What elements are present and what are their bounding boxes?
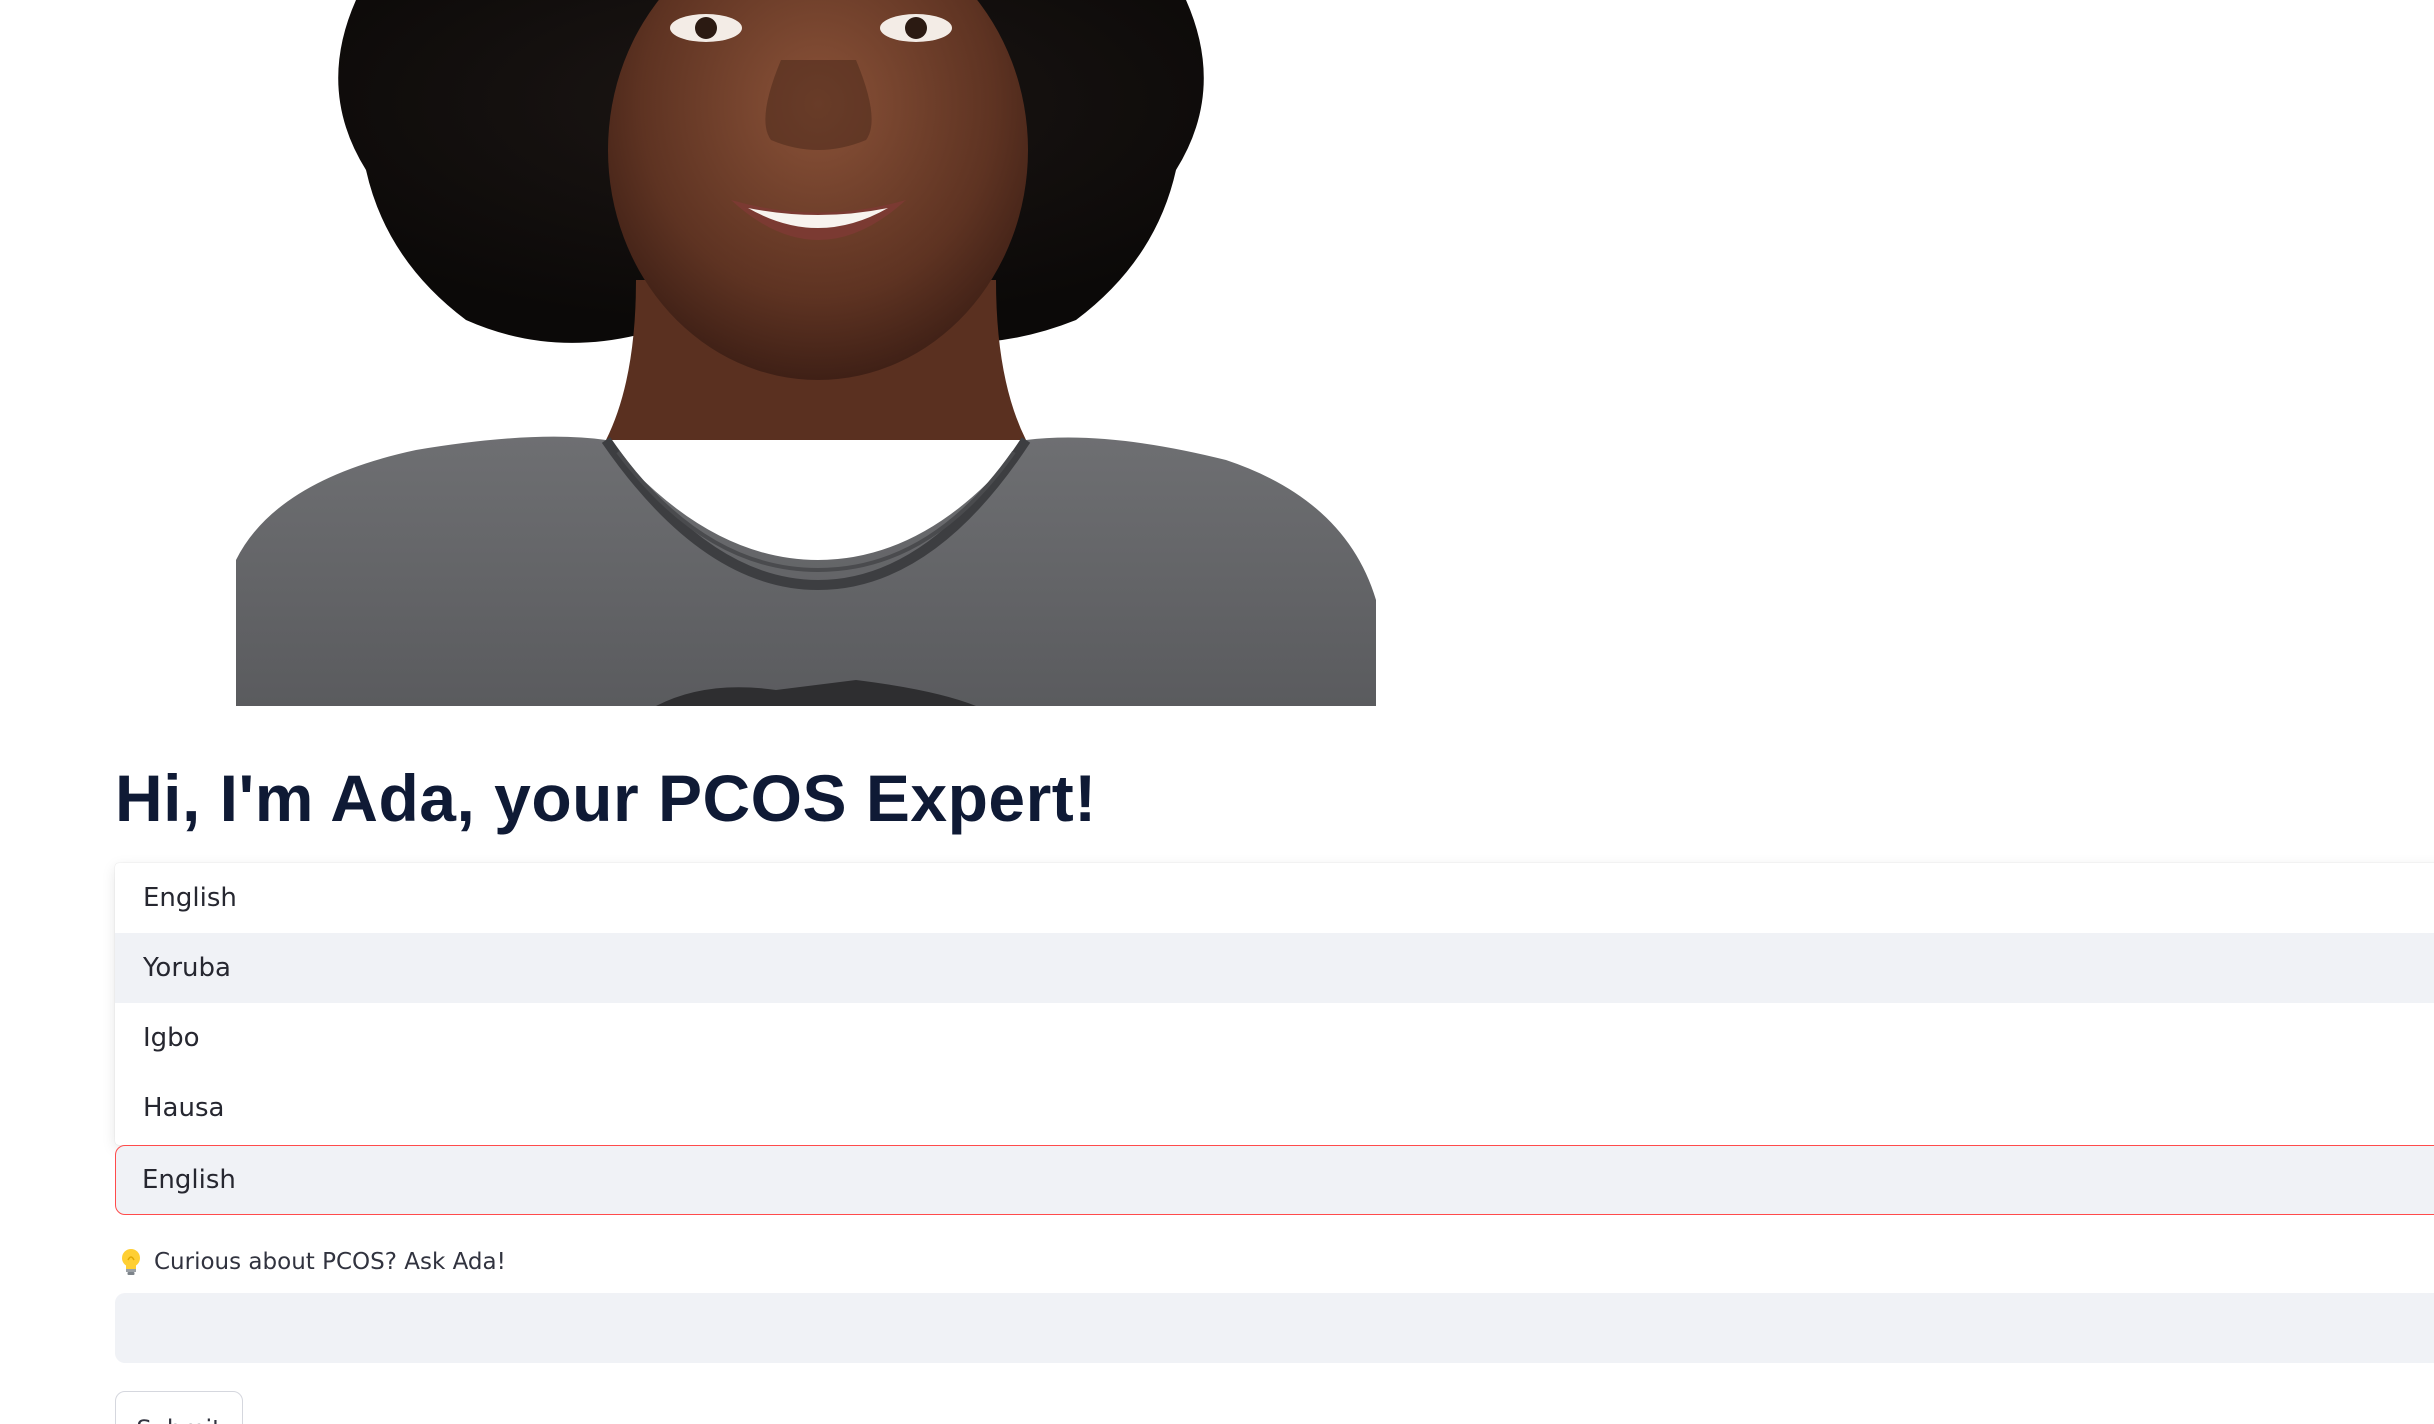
app-page: Hi, I'm Ada, your PCOS Expert! English Y… bbox=[0, 0, 2434, 1424]
lightbulb-icon bbox=[120, 1248, 142, 1276]
question-label-text: Curious about PCOS? Ask Ada! bbox=[154, 1249, 506, 1275]
question-label: Curious about PCOS? Ask Ada! bbox=[120, 1248, 506, 1276]
page-title: Hi, I'm Ada, your PCOS Expert! bbox=[115, 761, 1097, 835]
language-option-igbo[interactable]: Igbo bbox=[115, 1003, 2434, 1073]
language-option-yoruba[interactable]: Yoruba bbox=[115, 933, 2434, 1003]
hero-portrait-image bbox=[236, 0, 1376, 706]
language-option-hausa[interactable]: Hausa bbox=[115, 1073, 2434, 1143]
language-select-value: English bbox=[142, 1165, 236, 1195]
language-dropdown-menu: English Yoruba Igbo Hausa bbox=[115, 863, 2434, 1145]
question-input[interactable] bbox=[115, 1293, 2434, 1363]
language-select[interactable]: English bbox=[115, 1145, 2434, 1215]
submit-button[interactable]: Submit bbox=[115, 1391, 243, 1424]
language-option-english[interactable]: English bbox=[115, 863, 2434, 933]
